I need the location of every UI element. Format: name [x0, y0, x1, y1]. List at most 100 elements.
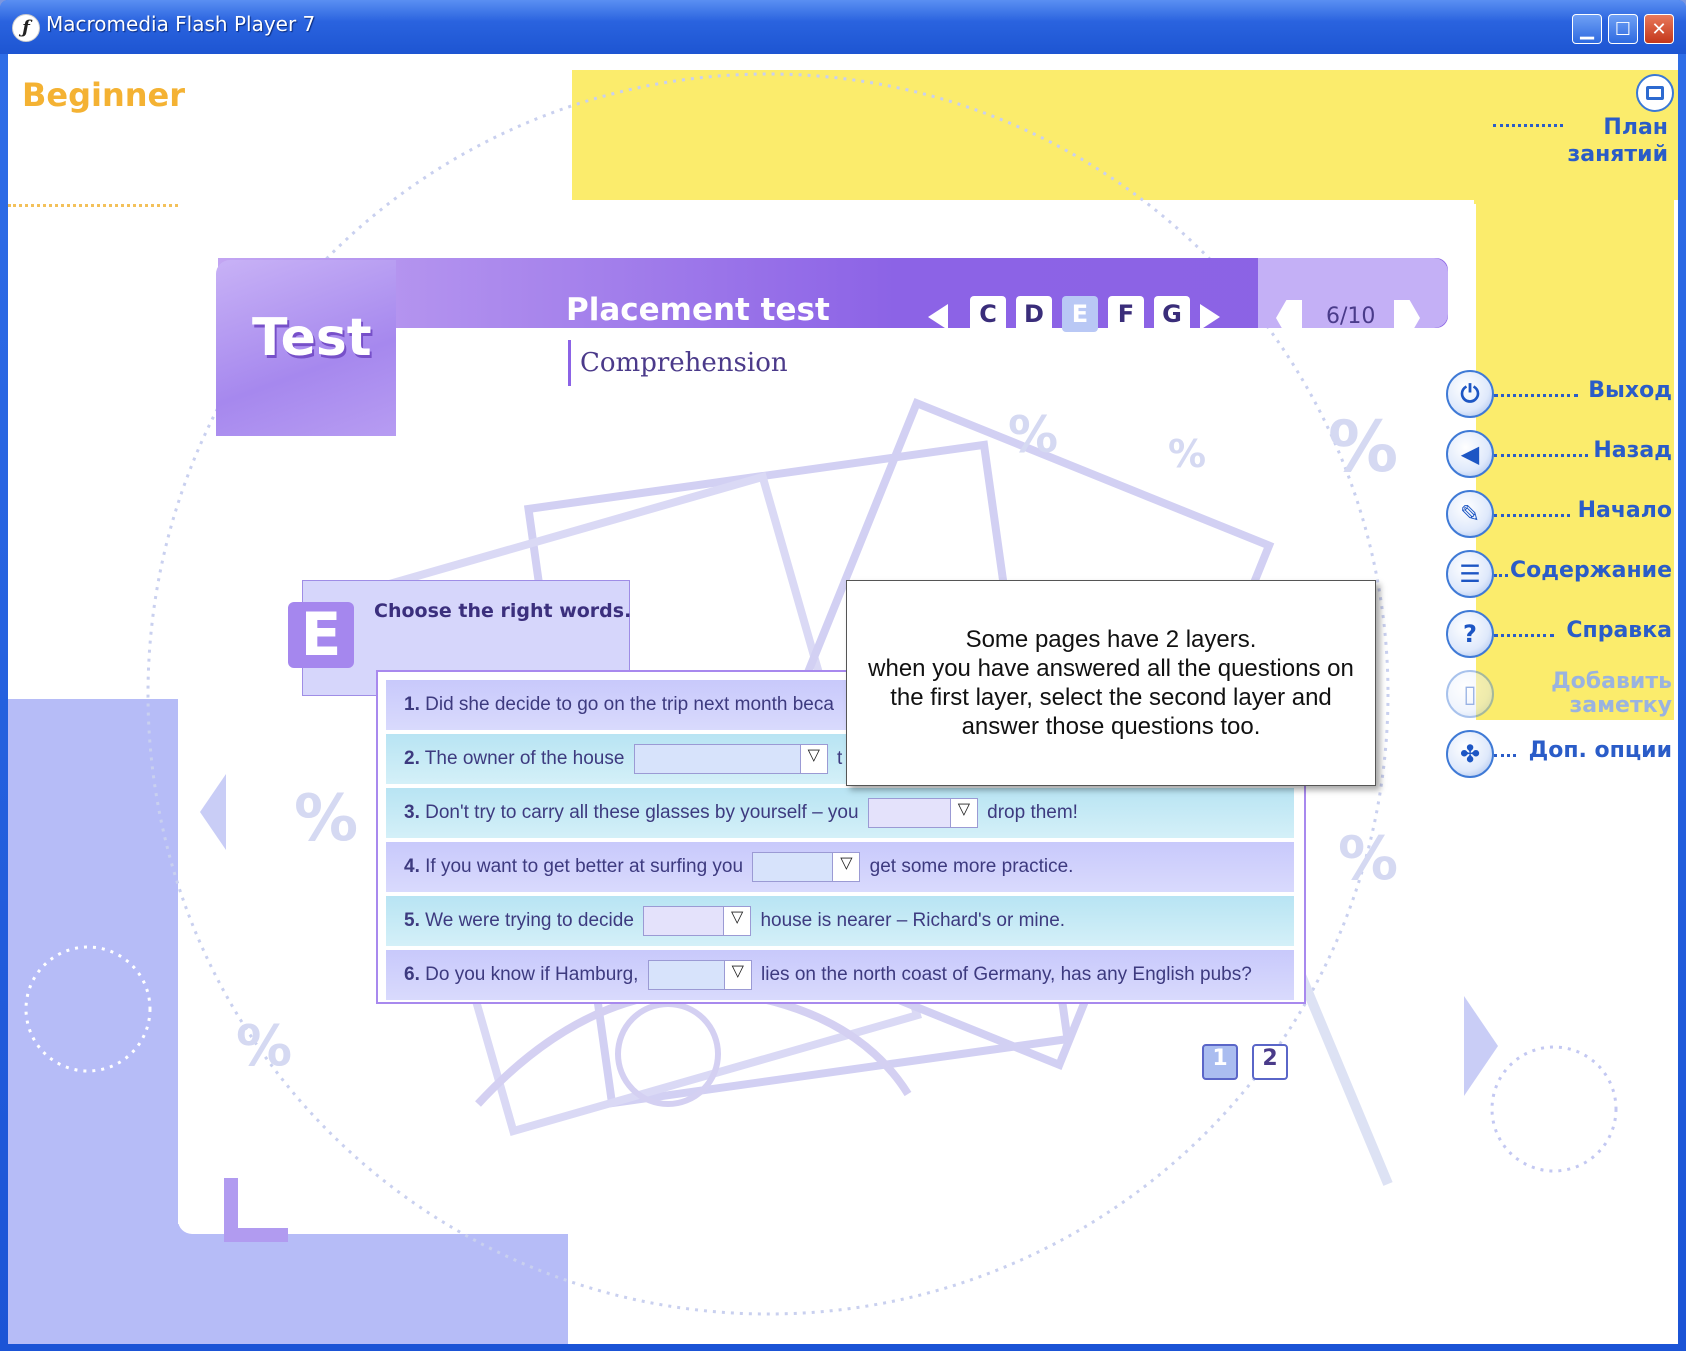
tooltip-line-3: the first layer, select the second layer… [890, 684, 1332, 711]
question-text-after: house is nearer – Richard's or mine. [760, 910, 1066, 931]
menu-home[interactable]: ✎ Начало [1444, 490, 1678, 540]
next-section-arrow[interactable] [1200, 304, 1220, 330]
next-screen-arrow[interactable] [1464, 996, 1498, 1096]
home-icon: ✎ [1446, 490, 1494, 538]
layer-2-button[interactable]: 2 [1252, 1044, 1288, 1080]
window-title: Macromedia Flash Player 7 [46, 12, 316, 36]
question-row: 4. If you want to get better at surfing … [386, 842, 1294, 892]
help-icon: ? [1446, 610, 1494, 658]
window-icon [1646, 86, 1664, 100]
answer-dropdown-2[interactable]: ▽ [633, 743, 828, 774]
deco-percent-6: % [236, 1014, 293, 1079]
deco-circle-right [1490, 1045, 1618, 1173]
question-text-after: get some more practice. [869, 856, 1074, 877]
question-text-after: lies on the north coast of Germany, has … [761, 964, 1252, 985]
menu-exit-label: Выход [1588, 378, 1672, 403]
tooltip-line-1: Some pages have 2 layers. [965, 626, 1257, 653]
question-number: 4. [404, 856, 420, 877]
exercise-letter: E [288, 602, 354, 668]
corner-mark [224, 1178, 288, 1242]
question-text: If you want to get better at surfing you [425, 856, 744, 877]
menu-back[interactable]: ◀ Назад [1444, 430, 1678, 480]
lesson-plan-link[interactable]: План занятий [1488, 114, 1668, 168]
menu-dots [1494, 454, 1588, 457]
title-bar[interactable]: ƒ Macromedia Flash Player 7 ▁ ☐ ✕ [0, 0, 1686, 54]
question-number: 5. [404, 910, 420, 931]
dropdown-caret-icon: ▽ [949, 798, 977, 827]
menu-contents[interactable]: ☰ Содержание [1444, 550, 1678, 600]
question-text: Do you know if Hamburg, [425, 964, 639, 985]
question-number: 1. [404, 694, 420, 715]
section-title: Test [252, 308, 372, 368]
flash-content: % % % % % % Beginner План занятий ⏻ Выхо… [8, 54, 1678, 1344]
question-row: 5. We were trying to decide ▽ house is n… [386, 896, 1294, 946]
help-tooltip: Some pages have 2 layers. when you have … [846, 580, 1376, 786]
window-mode-button[interactable] [1636, 74, 1674, 112]
deco-percent-5: % [294, 782, 359, 856]
menu-add-note[interactable]: ▯ Добавить заметку [1444, 670, 1678, 720]
dropdown-caret-icon: ▽ [832, 852, 860, 881]
deco-percent-3: % [1328, 406, 1399, 488]
dropdown-caret-icon: ▽ [723, 960, 751, 989]
menu-dots [1494, 514, 1570, 517]
answer-dropdown-6[interactable]: ▽ [647, 959, 752, 990]
question-text: We were trying to decide [425, 910, 634, 931]
question-row: 6. Do you know if Hamburg, ▽ lies on the… [386, 950, 1294, 1000]
menu-add-note-line1: Добавить [1551, 669, 1672, 694]
menu-help[interactable]: ? Справка [1444, 610, 1678, 660]
question-row: 3. Don't try to carry all these glasses … [386, 788, 1294, 838]
section-tab-c[interactable]: C [970, 296, 1006, 332]
question-number: 3. [404, 802, 420, 823]
section-tab-f[interactable]: F [1108, 296, 1144, 332]
dropdown-caret-icon: ▽ [723, 906, 751, 935]
question-text-after: t [837, 748, 843, 769]
answer-dropdown-4[interactable]: ▽ [752, 851, 861, 882]
question-number: 2. [404, 748, 420, 769]
prev-section-arrow[interactable] [928, 304, 948, 330]
deco-percent-2: % [1168, 432, 1207, 476]
contents-list-icon: ☰ [1446, 550, 1494, 598]
dropdown-caret-icon: ▽ [799, 744, 827, 773]
menu-dots [1494, 574, 1508, 577]
power-icon: ⏻ [1446, 370, 1494, 418]
lesson-plan-line1: План [1603, 115, 1668, 140]
menu-add-note-label: Добавить заметку [1551, 670, 1672, 718]
question-number: 6. [404, 964, 420, 985]
question-text: The owner of the house [424, 748, 625, 769]
page-counter: 6/10 [1326, 304, 1376, 329]
menu-options[interactable]: ✤ Доп. опции [1444, 730, 1678, 780]
section-tab-g[interactable]: G [1154, 296, 1190, 332]
back-arrow-icon: ◀ [1446, 430, 1494, 478]
menu-dots [1494, 754, 1516, 757]
exercise-instruction: Choose the right words. [374, 600, 632, 622]
menu-options-label: Доп. опции [1528, 738, 1672, 763]
layer-1-button[interactable]: 1 [1202, 1044, 1238, 1080]
menu-home-label: Начало [1577, 498, 1672, 523]
menu-contents-label: Содержание [1510, 558, 1672, 583]
lesson-plan-line2: занятий [1567, 142, 1668, 167]
menu-help-label: Справка [1566, 618, 1672, 643]
flash-player-window: ƒ Macromedia Flash Player 7 ▁ ☐ ✕ % % % … [0, 0, 1686, 1351]
tooltip-line-2: when you have answered all the questions… [868, 655, 1354, 682]
menu-exit[interactable]: ⏻ Выход [1444, 370, 1678, 420]
tooltip-line-4: answer those questions too. [961, 713, 1261, 740]
menu-dots [1494, 634, 1554, 637]
minimize-button[interactable]: ▁ [1572, 14, 1602, 44]
answer-dropdown-5[interactable]: ▽ [643, 905, 752, 936]
question-text: Did she decide to go on the trip next mo… [425, 694, 834, 715]
level-label: Beginner [22, 76, 186, 114]
section-tab-e[interactable]: E [1062, 296, 1098, 332]
menu-back-label: Назад [1593, 438, 1672, 463]
question-text: Don't try to carry all these glasses by … [425, 802, 859, 823]
maximize-button[interactable]: ☐ [1608, 14, 1638, 44]
page-title: Placement test [566, 292, 830, 328]
answer-dropdown-3[interactable]: ▽ [867, 797, 978, 828]
section-tab-d[interactable]: D [1016, 296, 1052, 332]
page-subtitle: Comprehension [580, 348, 788, 378]
deco-circle-left [24, 945, 152, 1073]
subtitle-bar [568, 340, 571, 386]
close-button[interactable]: ✕ [1644, 14, 1674, 44]
prev-screen-arrow[interactable] [200, 774, 226, 850]
menu-add-note-line2: заметку [1569, 693, 1672, 718]
question-text-after: drop them! [987, 802, 1078, 823]
